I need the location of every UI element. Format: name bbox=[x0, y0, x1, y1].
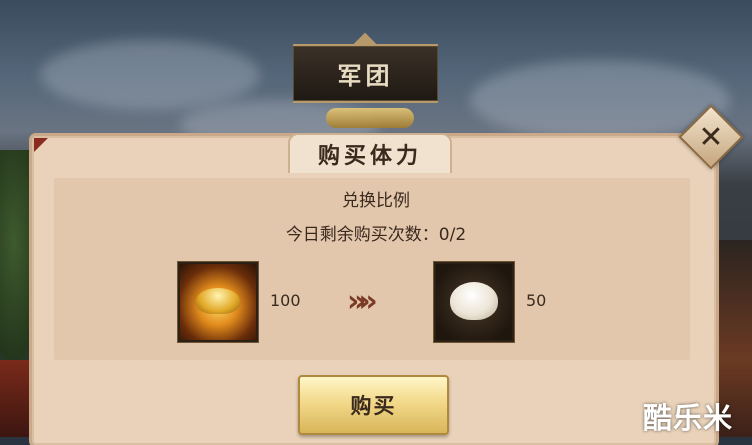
dialog-title-tab: 购买体力 bbox=[288, 133, 452, 173]
banner-title: 军团 bbox=[337, 61, 394, 90]
ingot-shape bbox=[196, 288, 240, 314]
cost-amount: 100 bbox=[270, 291, 301, 310]
gold-ingot-icon bbox=[178, 262, 258, 342]
exchange-arrow-icon: »» bbox=[347, 284, 378, 319]
close-icon[interactable]: ✕ bbox=[688, 114, 734, 160]
remaining-purchases-label: 今日剩余购买次数：0/2 bbox=[285, 225, 467, 245]
steamed-bun-icon bbox=[434, 262, 514, 342]
dialog-title: 购买体力 bbox=[317, 143, 422, 169]
scroll-ornament bbox=[326, 108, 414, 128]
reward-amount: 50 bbox=[526, 291, 547, 310]
buy-button-label: 购买 bbox=[350, 394, 397, 418]
bun-shape bbox=[450, 282, 498, 320]
watermark-logo: 酷乐米 bbox=[643, 401, 734, 435]
buy-button[interactable]: 购买 bbox=[298, 375, 449, 435]
exchange-rate-label: 兑换比例 bbox=[342, 191, 410, 211]
legion-banner[interactable]: 军团 bbox=[293, 44, 438, 103]
